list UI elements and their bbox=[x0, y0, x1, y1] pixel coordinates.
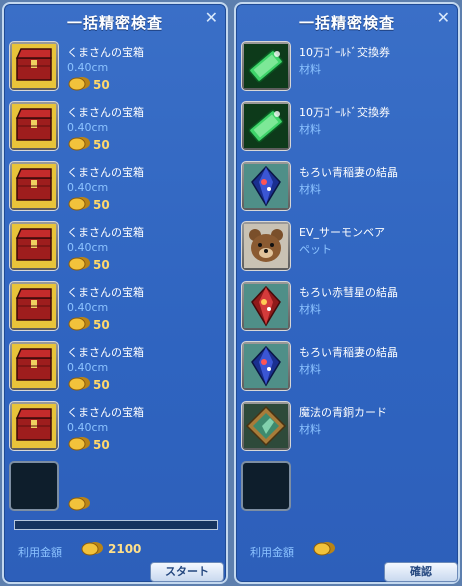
list-item[interactable]: 魔法の青銅カード 材料 bbox=[241, 401, 453, 461]
gold-coin-icon bbox=[68, 77, 90, 91]
list-item[interactable]: もろい青稲妻の結晶 材料 bbox=[241, 161, 453, 221]
item-price: 50 bbox=[93, 258, 110, 272]
progress-bar bbox=[14, 520, 218, 530]
list-item[interactable]: くまさんの宝箱 0.40cm 50 bbox=[9, 161, 221, 221]
item-size: 0.40cm bbox=[67, 361, 109, 374]
gold-coin-icon bbox=[68, 377, 90, 391]
fee-label: 利用金額 bbox=[18, 546, 62, 559]
item-size: 0.40cm bbox=[67, 301, 109, 314]
item-size: 0.40cm bbox=[67, 181, 109, 194]
red-crystal-icon[interactable] bbox=[241, 281, 291, 331]
list-item[interactable]: くまさんの宝箱 0.40cm 50 bbox=[9, 281, 221, 341]
gold-coin-icon bbox=[313, 542, 335, 556]
item-size: 0.40cm bbox=[67, 241, 109, 254]
list-item[interactable]: くまさんの宝箱 0.40cm 50 bbox=[9, 101, 221, 161]
empty-slot-row[interactable] bbox=[9, 461, 221, 521]
bear-pet-icon[interactable] bbox=[241, 221, 291, 271]
empty-item-slot[interactable] bbox=[241, 461, 291, 511]
gold-coin-icon bbox=[68, 137, 90, 151]
empty-slot-row[interactable] bbox=[241, 461, 453, 521]
blue-crystal-icon[interactable] bbox=[241, 341, 291, 391]
item-price: 50 bbox=[93, 318, 110, 332]
gold-coin-icon bbox=[68, 317, 90, 331]
item-name: くまさんの宝箱 bbox=[67, 46, 144, 59]
list-item[interactable]: くまさんの宝箱 0.40cm 50 bbox=[9, 341, 221, 401]
item-category: 材料 bbox=[299, 363, 321, 376]
item-size: 0.40cm bbox=[67, 121, 109, 134]
item-name: 10万ｺﾞｰﾙﾄﾞ交換券 bbox=[299, 46, 390, 59]
start-button[interactable]: スタート bbox=[150, 562, 224, 582]
item-size: 0.40cm bbox=[67, 421, 109, 434]
treasure-chest-icon[interactable] bbox=[9, 101, 59, 151]
treasure-chest-icon[interactable] bbox=[9, 221, 59, 271]
item-name: もろい青稲妻の結晶 bbox=[299, 166, 398, 179]
list-item[interactable]: 10万ｺﾞｰﾙﾄﾞ交換券 材料 bbox=[241, 41, 453, 101]
fee-label: 利用金額 bbox=[250, 546, 294, 559]
list-item[interactable]: 10万ｺﾞｰﾙﾄﾞ交換券 材料 bbox=[241, 101, 453, 161]
list-item[interactable]: くまさんの宝箱 0.40cm 50 bbox=[9, 401, 221, 461]
item-name: くまさんの宝箱 bbox=[67, 346, 144, 359]
gold-coin-icon bbox=[68, 257, 90, 271]
item-name: 魔法の青銅カード bbox=[299, 406, 387, 419]
blue-crystal-icon[interactable] bbox=[241, 161, 291, 211]
list-item[interactable]: くまさんの宝箱 0.40cm 50 bbox=[9, 41, 221, 101]
close-icon[interactable]: ✕ bbox=[205, 8, 218, 27]
item-category: 材料 bbox=[299, 303, 321, 316]
list-item[interactable]: くまさんの宝箱 0.40cm 50 bbox=[9, 221, 221, 281]
window-title: 一括精密検査 bbox=[298, 14, 395, 32]
gold-ticket-icon[interactable] bbox=[241, 41, 291, 91]
treasure-chest-icon[interactable] bbox=[9, 281, 59, 331]
item-price: 50 bbox=[93, 378, 110, 392]
gold-coin-icon bbox=[81, 542, 103, 556]
item-name: くまさんの宝箱 bbox=[67, 406, 144, 419]
item-category: 材料 bbox=[299, 183, 321, 196]
treasure-chest-icon[interactable] bbox=[9, 161, 59, 211]
list-item[interactable]: もろい青稲妻の結晶 材料 bbox=[241, 341, 453, 401]
item-category: 材料 bbox=[299, 123, 321, 136]
treasure-chest-icon[interactable] bbox=[9, 341, 59, 391]
item-price: 50 bbox=[93, 138, 110, 152]
confirm-button[interactable]: 確認 bbox=[384, 562, 458, 582]
gold-coin-icon bbox=[68, 197, 90, 211]
item-name: EV_サーモンベア bbox=[299, 226, 385, 239]
inspection-window-left: 一括精密検査 ✕ くまさんの宝箱 0.40cm 50 くまさんの宝箱 0.40c… bbox=[2, 2, 228, 584]
gold-coin-icon bbox=[68, 437, 90, 451]
gold-ticket-icon[interactable] bbox=[241, 101, 291, 151]
list-item[interactable]: もろい赤彗星の結晶 材料 bbox=[241, 281, 453, 341]
item-category: ペット bbox=[299, 243, 332, 256]
item-price: 50 bbox=[93, 198, 110, 212]
item-category: 材料 bbox=[299, 423, 321, 436]
list-item[interactable]: EV_サーモンベア ペット bbox=[241, 221, 453, 281]
item-name: くまさんの宝箱 bbox=[67, 166, 144, 179]
fee-value: 2100 bbox=[108, 542, 142, 556]
item-category: 材料 bbox=[299, 63, 321, 76]
item-price: 50 bbox=[93, 438, 110, 452]
item-price: 50 bbox=[93, 78, 110, 92]
treasure-chest-icon[interactable] bbox=[9, 41, 59, 91]
inspection-window-right: 一括精密検査 ✕ 10万ｺﾞｰﾙﾄﾞ交換券 材料 10万ｺﾞｰﾙﾄﾞ交換券 材料… bbox=[234, 2, 460, 584]
item-name: もろい青稲妻の結晶 bbox=[299, 346, 398, 359]
bronze-card-icon[interactable] bbox=[241, 401, 291, 451]
window-title: 一括精密検査 bbox=[66, 14, 163, 32]
item-name: くまさんの宝箱 bbox=[67, 226, 144, 239]
item-name: もろい赤彗星の結晶 bbox=[299, 286, 398, 299]
empty-item-slot[interactable] bbox=[9, 461, 59, 511]
close-icon[interactable]: ✕ bbox=[437, 8, 450, 27]
item-name: くまさんの宝箱 bbox=[67, 286, 144, 299]
item-name: くまさんの宝箱 bbox=[67, 106, 144, 119]
item-size: 0.40cm bbox=[67, 61, 109, 74]
item-name: 10万ｺﾞｰﾙﾄﾞ交換券 bbox=[299, 106, 390, 119]
treasure-chest-icon[interactable] bbox=[9, 401, 59, 451]
gold-coin-icon bbox=[68, 497, 90, 511]
